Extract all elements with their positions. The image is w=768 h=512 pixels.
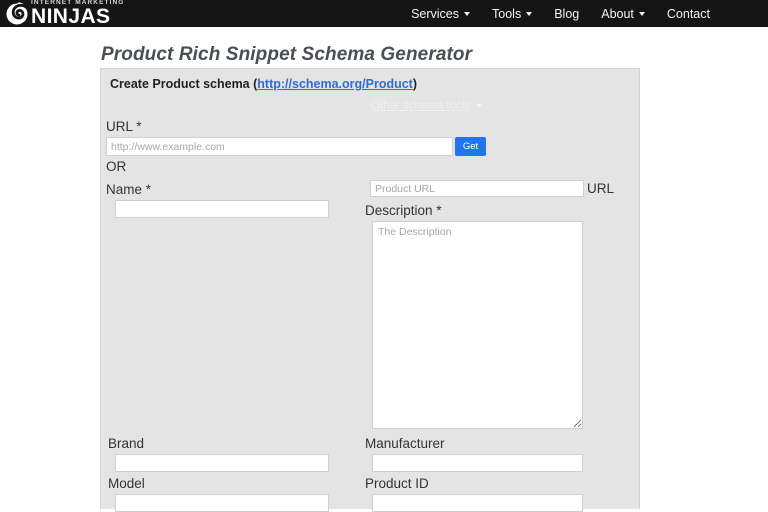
url-field-label: URL * [106, 119, 142, 134]
chevron-down-icon [464, 11, 471, 16]
nav-item-tools[interactable]: Tools [492, 6, 533, 21]
chevron-down-icon [526, 11, 533, 16]
site-logo[interactable]: INTERNET MARKETING NINJAS [0, 0, 124, 27]
get-button[interactable]: Get [455, 137, 486, 156]
product-id-field-label: Product ID [365, 476, 429, 491]
nav-item-services[interactable]: Services [411, 6, 471, 21]
top-navigation-bar: INTERNET MARKETING NINJAS Services Tools… [0, 0, 768, 27]
page-title: Product Rich Snippet Schema Generator [101, 43, 473, 65]
product-id-input[interactable] [372, 494, 583, 512]
other-schema-tools-link[interactable]: Other schema tools [371, 100, 482, 112]
product-url-input[interactable] [370, 180, 584, 197]
main-nav: Services Tools Blog About Contact [411, 0, 768, 27]
schema-org-link[interactable]: http://schema.org/Product [257, 77, 413, 91]
model-input[interactable] [115, 494, 329, 512]
model-field-label: Model [108, 476, 145, 491]
nav-item-label: Tools [492, 6, 522, 21]
url-input[interactable] [106, 137, 453, 156]
spiral-logo-icon [4, 0, 30, 27]
nav-item-label: Contact [666, 6, 710, 21]
nav-item-blog[interactable]: Blog [554, 7, 579, 21]
other-schema-tools-label: Other schema tools [371, 100, 471, 112]
chevron-down-icon [475, 104, 482, 108]
nav-item-label: About [601, 6, 634, 21]
panel-heading-prefix: Create Product schema ( [110, 77, 258, 91]
nav-item-label: Services [411, 6, 460, 21]
name-field-label: Name * [106, 182, 152, 197]
manufacturer-input[interactable] [372, 454, 583, 472]
manufacturer-field-label: Manufacturer [365, 436, 445, 451]
brand-field-label: Brand [108, 436, 145, 451]
description-field-label: Description * [365, 203, 442, 218]
panel-heading-suffix: ) [412, 77, 418, 91]
chevron-down-icon [638, 11, 645, 16]
logo-wordmark: INTERNET MARKETING NINJAS [31, 0, 124, 27]
nav-item-contact[interactable]: Contact [667, 7, 710, 21]
or-separator-label: OR [106, 159, 127, 174]
description-textarea[interactable] [372, 221, 583, 429]
brand-input[interactable] [115, 454, 329, 472]
nav-item-label: Blog [554, 6, 580, 21]
name-input[interactable] [115, 200, 329, 218]
logo-name: NINJAS [31, 4, 111, 28]
nav-item-about[interactable]: About [601, 7, 645, 21]
product-url-field-label: URL [587, 181, 615, 196]
panel-heading: Create Product schema (http://schema.org… [110, 77, 417, 91]
